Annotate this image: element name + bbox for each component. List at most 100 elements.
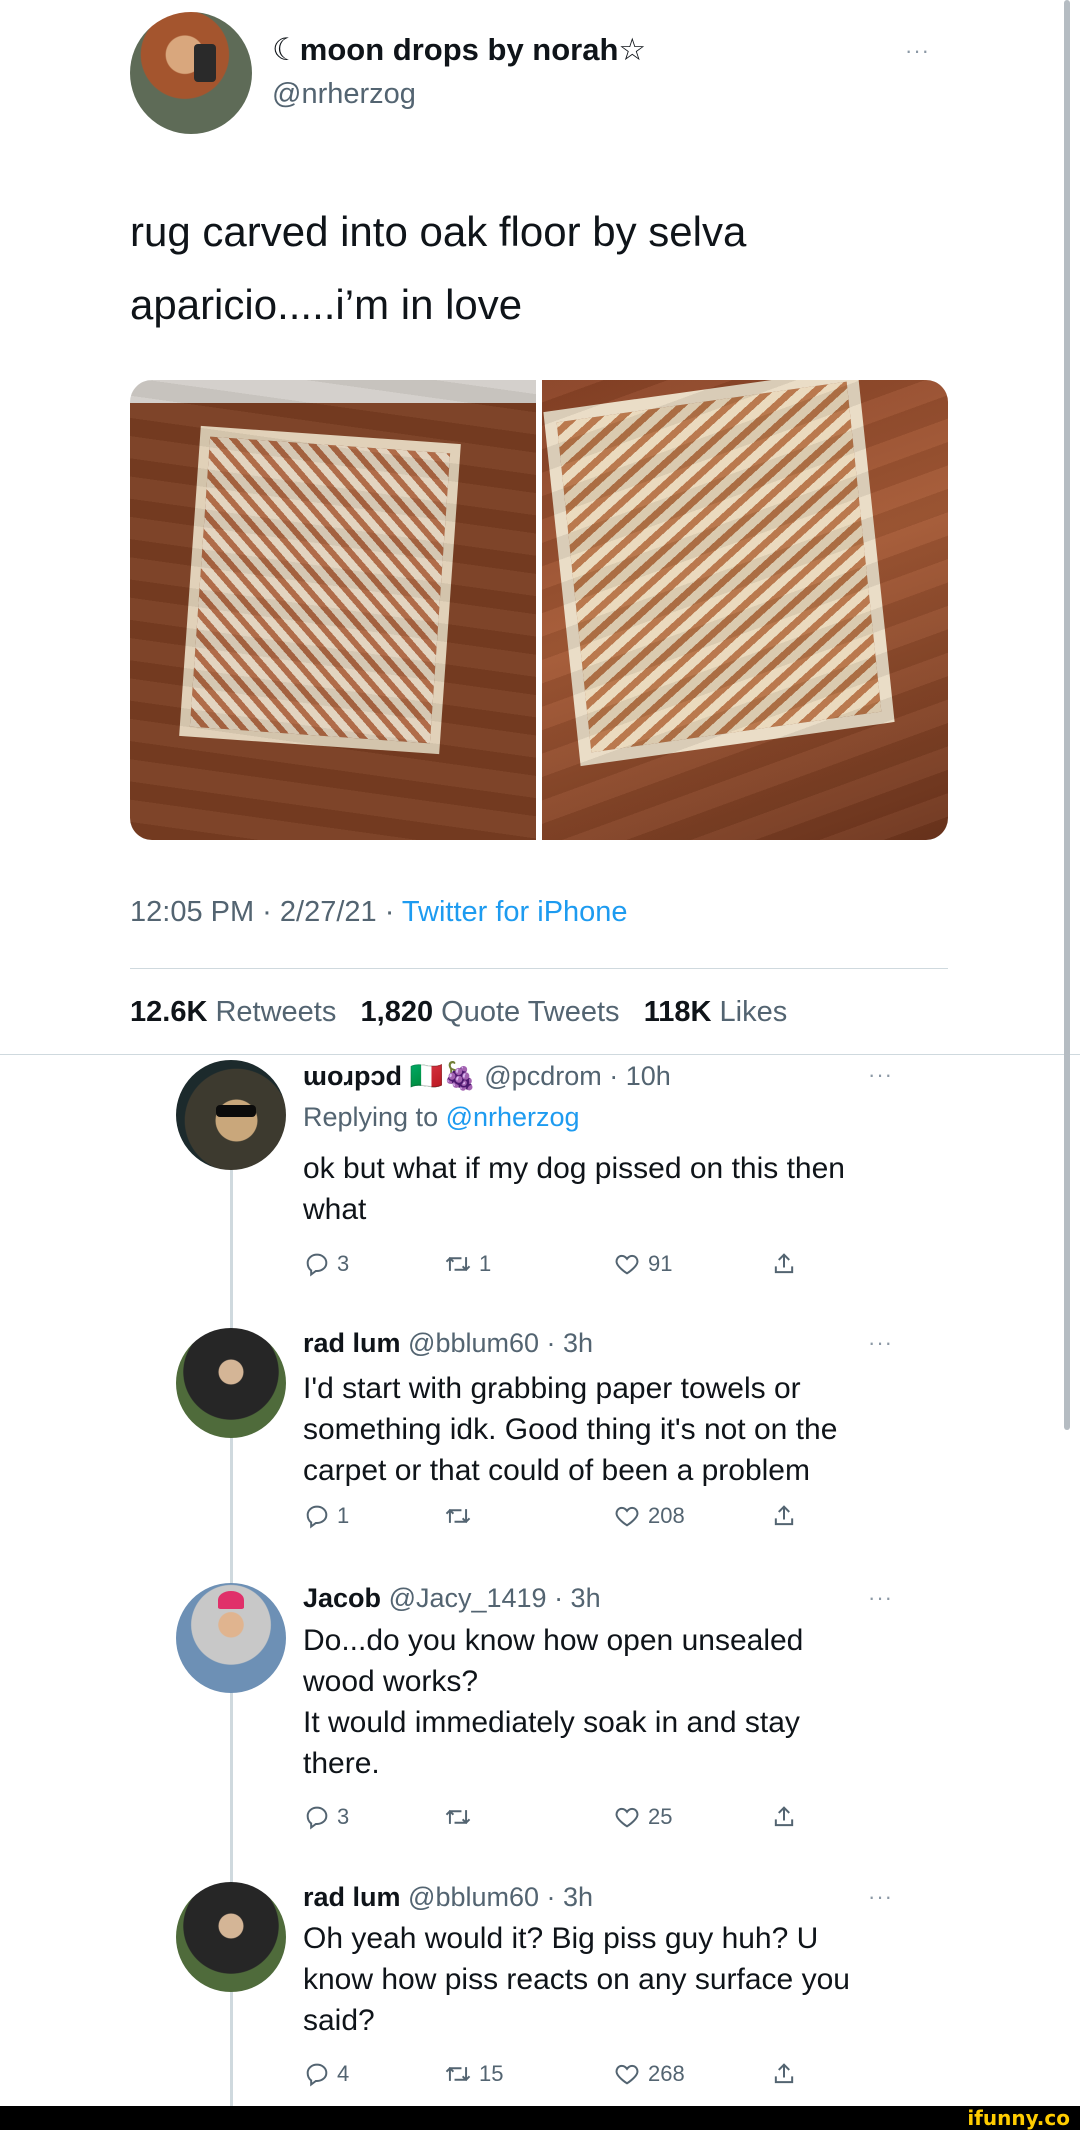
- reply-handle-time[interactable]: @pcdrom · 10h: [484, 1061, 670, 1091]
- reply-text-line: something idk. Good thing it's not on th…: [303, 1413, 838, 1446]
- reply-avatar[interactable]: [176, 1060, 286, 1170]
- reply-button[interactable]: 3: [303, 1803, 349, 1831]
- tweet-time: 12:05 PM · 2/27/21 ·: [130, 896, 402, 928]
- engagement-stats: 12.6K Retweets 1,820 Quote Tweets 118K L…: [130, 996, 787, 1029]
- reply-header: rad lum @bblum60 · 3h: [303, 1882, 593, 1913]
- reply-text-line: It would immediately soak in and stay: [303, 1706, 800, 1739]
- reply-text: I'd start with grabbing paper towels or …: [303, 1368, 837, 1491]
- retweet-icon: [443, 1803, 473, 1831]
- reply-text-line: Oh yeah would it? Big piss guy huh? U: [303, 1922, 819, 1955]
- section-divider: [0, 1054, 1080, 1055]
- footer-bar: [0, 2106, 1080, 2130]
- reply-text-line: know how piss reacts on any surface you: [303, 1963, 850, 1996]
- quote-tweets-stat[interactable]: 1,820 Quote Tweets: [361, 996, 620, 1028]
- reply-text-line: Do...do you know how open unsealed: [303, 1624, 804, 1657]
- more-options-icon[interactable]: ···: [868, 1062, 893, 1088]
- media-photo[interactable]: [542, 380, 948, 840]
- retweet-button[interactable]: 15: [443, 2060, 503, 2088]
- reply-handle-time[interactable]: @bblum60 · 3h: [408, 1882, 593, 1912]
- tweet-text: rug carved into oak floor by selva apari…: [130, 195, 746, 341]
- share-icon: [770, 2060, 798, 2088]
- like-button[interactable]: 268: [612, 2060, 685, 2088]
- tweet-media[interactable]: [130, 380, 948, 840]
- reply-icon: [303, 1502, 331, 1530]
- reply-text: Do...do you know how open unsealed wood …: [303, 1620, 803, 1784]
- heart-icon: [612, 1502, 642, 1530]
- reply-text-line: said?: [303, 2004, 375, 2037]
- author-handle[interactable]: @nrherzog: [272, 78, 416, 111]
- heart-icon: [612, 1803, 642, 1831]
- share-icon: [770, 1250, 798, 1278]
- like-button[interactable]: 208: [612, 1502, 685, 1530]
- replying-to: Replying to @nrherzog: [303, 1102, 580, 1132]
- reply-display-name[interactable]: rad lum: [303, 1328, 401, 1358]
- more-options-icon[interactable]: ···: [868, 1585, 893, 1611]
- reply-text-line: there.: [303, 1747, 380, 1780]
- reply-display-name[interactable]: ɯoɹpɔd 🇮🇹🍇: [303, 1061, 477, 1091]
- divider: [130, 968, 948, 969]
- reply-count: 1: [337, 1503, 350, 1528]
- retweet-count: 15: [479, 2061, 504, 2086]
- retweet-count: 1: [479, 1251, 492, 1276]
- reply-icon: [303, 1803, 331, 1831]
- reply-icon: [303, 2060, 331, 2088]
- media-photo[interactable]: [130, 380, 536, 840]
- likes-stat[interactable]: 118K Likes: [644, 996, 788, 1028]
- reply-avatar[interactable]: [176, 1882, 286, 1992]
- share-button[interactable]: [770, 1502, 798, 1530]
- share-icon: [770, 1502, 798, 1530]
- retweet-icon: [443, 1502, 473, 1530]
- reply-header: Jacob @Jacy_1419 · 3h: [303, 1583, 601, 1614]
- retweet-button[interactable]: [443, 1502, 479, 1530]
- tweet-text-line: rug carved into oak floor by selva: [130, 208, 747, 255]
- like-count: 91: [648, 1251, 673, 1276]
- retweet-button[interactable]: 1: [443, 1250, 491, 1278]
- reply-text-line: what: [303, 1193, 367, 1226]
- reply-text-line: I'd start with grabbing paper towels or: [303, 1372, 801, 1405]
- reply-count: 4: [337, 2061, 350, 2086]
- reply-text-line: carpet or that could of been a problem: [303, 1454, 810, 1487]
- tweet-text-line: aparicio.....i’m in love: [130, 281, 523, 328]
- reply-button[interactable]: 1: [303, 1502, 349, 1530]
- like-count: 208: [648, 1503, 685, 1528]
- author-display-name[interactable]: ☾moon drops by norah☆: [272, 32, 646, 68]
- retweets-stat[interactable]: 12.6K Retweets: [130, 996, 336, 1028]
- retweet-button[interactable]: [443, 1803, 479, 1831]
- more-options-icon[interactable]: ···: [905, 38, 930, 64]
- replying-to-link[interactable]: @nrherzog: [446, 1102, 580, 1132]
- share-button[interactable]: [770, 1803, 798, 1831]
- scrollbar[interactable]: [1064, 0, 1070, 1430]
- retweet-icon: [443, 2060, 473, 2088]
- like-count: 268: [648, 2061, 685, 2086]
- like-button[interactable]: 25: [612, 1803, 672, 1831]
- reply-count: 3: [337, 1804, 350, 1829]
- reply-text: ok but what if my dog pissed on this the…: [303, 1148, 845, 1230]
- tweet-timestamp: 12:05 PM · 2/27/21 · Twitter for iPhone: [130, 896, 628, 929]
- tweet-source-link[interactable]: Twitter for iPhone: [402, 896, 628, 928]
- reply-text-line: wood works?: [303, 1665, 479, 1698]
- share-button[interactable]: [770, 1250, 798, 1278]
- reply-avatar[interactable]: [176, 1328, 286, 1438]
- reply-handle-time[interactable]: @Jacy_1419 · 3h: [389, 1583, 601, 1613]
- reply-count: 3: [337, 1251, 350, 1276]
- reply-icon: [303, 1250, 331, 1278]
- share-icon: [770, 1803, 798, 1831]
- reply-avatar[interactable]: [176, 1583, 286, 1693]
- reply-display-name[interactable]: Jacob: [303, 1583, 381, 1613]
- reply-display-name[interactable]: rad lum: [303, 1882, 401, 1912]
- reply-handle-time[interactable]: @bblum60 · 3h: [408, 1328, 593, 1358]
- reply-button[interactable]: 4: [303, 2060, 349, 2088]
- ifunny-watermark: ifunny.co: [967, 2106, 1070, 2130]
- author-avatar[interactable]: [130, 12, 252, 134]
- reply-button[interactable]: 3: [303, 1250, 349, 1278]
- retweet-icon: [443, 1250, 473, 1278]
- reply-header: ɯoɹpɔd 🇮🇹🍇 @pcdrom · 10h: [303, 1060, 671, 1092]
- more-options-icon[interactable]: ···: [868, 1884, 893, 1910]
- reply-header: rad lum @bblum60 · 3h: [303, 1328, 593, 1359]
- like-button[interactable]: 91: [612, 1250, 672, 1278]
- heart-icon: [612, 1250, 642, 1278]
- share-button[interactable]: [770, 2060, 798, 2088]
- reply-text-line: ok but what if my dog pissed on this the…: [303, 1152, 845, 1185]
- like-count: 25: [648, 1804, 673, 1829]
- more-options-icon[interactable]: ···: [868, 1330, 893, 1356]
